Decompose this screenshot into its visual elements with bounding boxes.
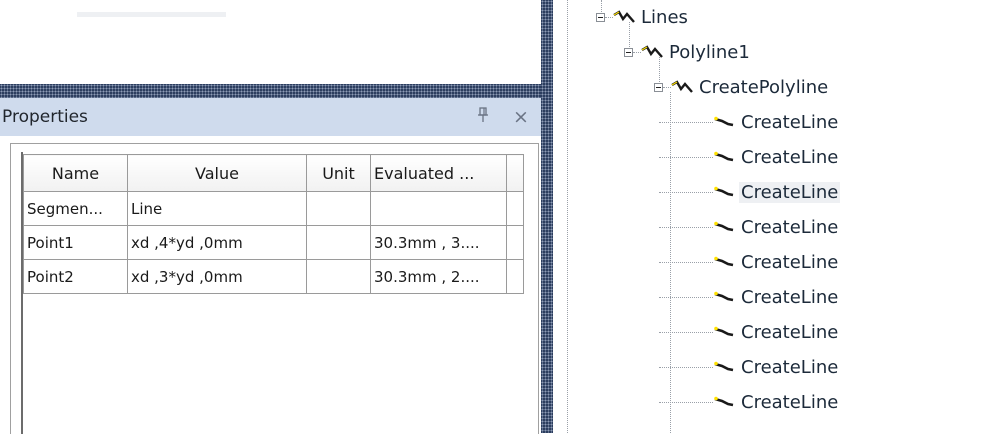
dock-separator xyxy=(0,84,541,98)
tree-node-label: CreateLine xyxy=(741,286,839,308)
grid-header-row: Name Value Unit Evaluated ... xyxy=(23,154,524,192)
line-icon xyxy=(713,255,735,269)
tree-connector xyxy=(659,192,713,193)
tree-connector xyxy=(633,52,641,53)
cell-value[interactable]: xd ,3*yd ,0mm xyxy=(127,259,307,294)
tree-node[interactable]: CreateLine xyxy=(713,212,840,242)
cell-evaluated xyxy=(370,191,507,226)
line-icon xyxy=(713,395,735,409)
column-header-value[interactable]: Value xyxy=(127,154,307,192)
tree-node-label: Polyline1 xyxy=(669,41,750,63)
tree-node-label: CreateLine xyxy=(741,111,839,133)
tree-connector xyxy=(659,57,660,82)
tree-node[interactable]: Lines xyxy=(613,2,690,32)
table-row[interactable]: Point2 xd ,3*yd ,0mm 30.3mm , 2.... xyxy=(23,259,524,294)
tree-node-label: CreatePolyline xyxy=(699,76,829,98)
collapse-toggle-icon[interactable] xyxy=(624,48,633,57)
tree-connector xyxy=(659,402,713,403)
table-row[interactable]: Segmen... Line xyxy=(23,191,524,226)
close-icon[interactable]: × xyxy=(513,106,529,128)
cell-unit[interactable] xyxy=(306,259,371,294)
tree-connector xyxy=(670,92,671,433)
tree-node[interactable]: CreatePolyline xyxy=(671,72,830,102)
line-icon xyxy=(713,150,735,164)
pin-icon[interactable] xyxy=(477,107,489,128)
tree-node-label: CreateLine xyxy=(741,216,839,238)
tree-connector xyxy=(659,122,713,123)
polyline-icon xyxy=(671,80,693,94)
tree-node[interactable]: CreateLine xyxy=(713,282,840,312)
tree-node[interactable]: Polyline1 xyxy=(641,37,752,67)
column-header-name[interactable]: Name xyxy=(23,154,128,192)
tree-connector xyxy=(601,0,602,12)
tree-node[interactable]: CreateLine xyxy=(713,352,840,382)
tree-node[interactable]: CreateLine xyxy=(713,142,840,172)
cell-name[interactable]: Point2 xyxy=(23,259,128,294)
tree-node-label: CreateLine xyxy=(741,251,839,273)
tree-node-label: CreateLine xyxy=(741,356,839,378)
column-header-unit[interactable]: Unit xyxy=(306,154,371,192)
tree-node[interactable]: CreateLine xyxy=(713,177,841,207)
collapse-toggle-icon[interactable] xyxy=(596,13,605,22)
tree-connector xyxy=(659,332,713,333)
cell-spacer xyxy=(506,259,524,294)
tree-node-label: CreateLine xyxy=(739,181,841,203)
polyline-icon xyxy=(613,10,635,24)
properties-grid-container: Name Value Unit Evaluated ... Segmen... … xyxy=(10,143,539,434)
table-row[interactable]: Point1 xd ,4*yd ,0mm 30.3mm , 3.... xyxy=(23,225,524,260)
cell-spacer xyxy=(506,191,524,226)
line-icon xyxy=(713,325,735,339)
tree-node-label: CreateLine xyxy=(741,391,839,413)
cell-unit[interactable] xyxy=(306,191,371,226)
tree-left-guide xyxy=(567,0,568,433)
tree-connector xyxy=(629,22,630,47)
tree-node-label: CreateLine xyxy=(741,146,839,168)
line-icon xyxy=(713,115,735,129)
tree-connector xyxy=(659,227,713,228)
tree-node-label: CreateLine xyxy=(741,321,839,343)
cell-value[interactable]: Line xyxy=(127,191,307,226)
tree-node[interactable]: CreateLine xyxy=(713,107,840,137)
panel-splitter[interactable] xyxy=(541,0,553,433)
cell-evaluated: 30.3mm , 2.... xyxy=(370,259,507,294)
cell-name[interactable]: Point1 xyxy=(23,225,128,260)
toolbar-remnant xyxy=(77,12,226,17)
tree-node[interactable]: CreateLine xyxy=(713,247,840,277)
line-icon xyxy=(713,360,735,374)
column-header-evaluated[interactable]: Evaluated ... xyxy=(370,154,507,192)
tree-node[interactable]: CreateLine xyxy=(713,317,840,347)
cell-name[interactable]: Segmen... xyxy=(23,191,128,226)
tree-connector xyxy=(605,17,613,18)
cell-spacer xyxy=(506,225,524,260)
tree-connector xyxy=(663,87,671,88)
tree-connector xyxy=(659,367,713,368)
properties-title: Properties xyxy=(2,107,88,127)
column-header-spacer xyxy=(506,154,524,192)
properties-grid: Name Value Unit Evaluated ... Segmen... … xyxy=(23,154,524,294)
line-icon xyxy=(713,185,735,199)
tree-connector xyxy=(659,297,713,298)
tree-view: Lines Polyline1 CreatePolyline CreateLine Cr… xyxy=(553,0,990,433)
tree-node[interactable]: CreateLine xyxy=(713,387,840,417)
tree-connector xyxy=(659,262,713,263)
tree-node-label: Lines xyxy=(641,6,688,28)
model-tree: Lines Polyline1 CreatePolyline CreateLine Cr… xyxy=(553,0,990,433)
line-icon xyxy=(713,220,735,234)
cell-value[interactable]: xd ,4*yd ,0mm xyxy=(127,225,307,260)
collapse-toggle-icon[interactable] xyxy=(654,83,663,92)
line-icon xyxy=(713,290,735,304)
cell-unit[interactable] xyxy=(306,225,371,260)
tree-connector xyxy=(659,157,713,158)
properties-panel: Properties × Name Value Unit Evaluated .… xyxy=(0,98,541,434)
properties-title-bar: Properties × xyxy=(0,98,541,136)
cell-evaluated: 30.3mm , 3.... xyxy=(370,225,507,260)
